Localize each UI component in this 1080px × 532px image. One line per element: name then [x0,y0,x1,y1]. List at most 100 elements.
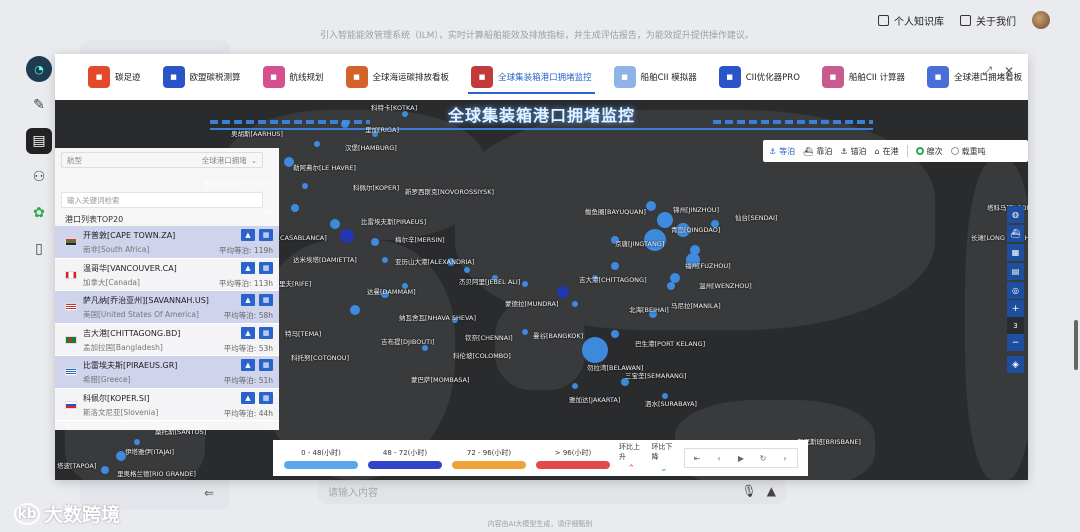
port-congestion-dot[interactable] [340,229,354,243]
port-congestion-dot[interactable] [667,282,675,290]
logo-icon[interactable]: ◔ [26,56,52,82]
document-icon[interactable]: ▤ [26,128,52,154]
prev-icon[interactable]: ‹ [709,451,729,465]
toggle-dwt[interactable]: 载重吨 [950,146,986,157]
port-congestion-dot[interactable] [670,273,680,283]
port-congestion-dot[interactable] [572,383,578,389]
tab-calculator[interactable]: ■ 船舶CII 计算器 [811,54,916,100]
port-congestion-dot[interactable] [611,262,619,270]
port-row[interactable]: 温哥华[VANCOUVER.CA] 加拿大[Canada] ▲ ▦ 平均等泊: 113h [55,258,279,291]
legend-item[interactable]: > 96(小时) [535,448,611,469]
knowledge-base-link[interactable]: 个人知识库 [878,13,944,28]
port-congestion-dot[interactable] [302,183,308,189]
layers-icon[interactable]: ◈ [1007,356,1024,373]
port-congestion-dot[interactable] [330,219,340,229]
vessel-type-select[interactable]: 航型 全球港口拥堵 ⌄ [61,152,263,168]
play-icon[interactable]: ▶ [731,451,751,465]
port-congestion-dot[interactable] [464,267,470,273]
port-label: 奥胡斯[AARHUS] [231,130,283,138]
port-congestion-dot[interactable] [522,329,528,335]
port-congestion-dot[interactable] [522,281,528,287]
port-search-input[interactable]: 输入关键词检索 [61,192,263,208]
port-label: 北海[BEIHAI] [629,306,669,314]
legend-item[interactable]: 0 - 48(小时) [283,448,359,469]
tab-ets[interactable]: ■ 欧盟碳税测算 [152,54,252,100]
avatar[interactable] [1032,11,1050,29]
port-congestion-dot[interactable] [382,257,388,263]
port-congestion-dot[interactable] [611,330,619,338]
close-icon[interactable]: ✕ [1004,64,1014,79]
mode-in-port[interactable]: ⌂ 在港 [875,146,899,157]
legend-item[interactable]: 72 - 96(小时) [451,448,527,469]
trend-chart-icon[interactable]: ▲ [241,229,255,241]
mode-berthing[interactable]: ⛴ 靠泊 [803,146,832,157]
send-icon[interactable]: ▲ [767,484,776,498]
select-placeholder: 航型 [67,155,82,165]
trend-chart-icon[interactable]: ▲ [241,326,255,339]
port-congestion-dot[interactable] [314,141,320,147]
port-congestion-dot[interactable] [341,120,349,128]
mobile-icon[interactable]: ▯ [26,236,52,262]
bar-chart-icon[interactable]: ▦ [259,359,273,371]
tab-optimizer[interactable]: ■ CII优化器PRO [708,54,811,100]
port-label: 杰贝阿里[JEBEL ALI] [459,278,521,286]
next-icon[interactable]: › [775,451,795,465]
bar-chart-icon[interactable]: ▦ [259,294,273,306]
tab-route[interactable]: ■ 航线规划 [252,54,335,100]
bar-chart-icon[interactable]: ▦ [259,229,273,241]
legend-item[interactable]: 48 - 72(小时) [367,448,443,469]
trend-chart-icon[interactable]: ▲ [241,391,255,404]
port-congestion-dot[interactable] [134,439,140,445]
mode-waiting[interactable]: ⚓ 等泊 [769,146,795,157]
new-chat-icon[interactable]: ✎ [26,92,52,118]
bar-chart-icon[interactable]: ▦ [259,391,273,404]
trend-chart-icon[interactable]: ▲ [241,294,255,306]
toggle-voyages[interactable]: 艘次 [915,146,943,157]
mode-anchored[interactable]: ⚓ 锚泊 [840,146,866,157]
port-country: 孟加拉国[Bangladesh] [83,342,163,352]
timeline-start-icon[interactable]: ⇤ [687,451,707,465]
port-row[interactable]: 比雷埃夫斯[PIRAEUS.GR] 希腊[Greece] ▲ ▦ 平均等泊: 51h [55,356,279,389]
tab-footprint[interactable]: ■ 碳足迹 [77,54,152,100]
port-congestion-dot[interactable] [350,305,360,315]
microphone-icon[interactable]: 🎙 [742,484,757,498]
port-row[interactable]: 萨凡纳[乔治亚州][SAVANNAH.US] 美国[United States O… [55,291,279,324]
about-link[interactable]: 关于我们 [960,13,1016,28]
doc-tool-icon[interactable]: ▤ [1007,263,1024,280]
collapse-icon[interactable]: ⇐ [204,486,214,500]
tab-port-board[interactable]: ■ 全球港口拥堵看板 [916,54,1033,100]
user-icon[interactable]: ⚇ [26,164,52,190]
chat-input[interactable]: 请输入内容 🎙 ▲ [318,478,786,504]
grid-icon[interactable]: ▦ [1007,244,1024,261]
fullscreen-icon[interactable]: ⤢ [982,64,992,79]
refresh-icon[interactable]: ↻ [753,451,773,465]
port-congestion-dot[interactable] [572,301,578,307]
tab-monitor[interactable]: ■ 全球集装箱港口拥堵监控 [460,54,603,100]
brand-name: 大数跨境 [44,504,121,526]
locate-icon[interactable]: ◎ [1007,282,1024,299]
port-congestion-dot[interactable] [291,204,299,212]
page-scrollbar[interactable] [1074,320,1078,370]
apps-icon[interactable]: ✿ [26,200,52,226]
port-congestion-dot[interactable] [371,238,379,246]
port-row[interactable]: 开普敦[CAPE TOWN.ZA] 南非[South Africa] ▲ ▦ 平均等泊:… [55,226,279,259]
port-congestion-dot[interactable] [646,201,656,211]
trend-chart-icon[interactable]: ▲ [241,261,255,274]
port-row[interactable]: 科佩尔[KOPER.SI] 斯洛文尼亚[Slovenia] ▲ ▦ 平均等泊: 44h [55,388,279,421]
zoom-in-button[interactable]: + [1012,300,1020,317]
port-row[interactable]: 吉大港[CHITTAGONG.BD] 孟加拉国[Bangladesh] ▲ ▦ 平均等泊… [55,323,279,356]
port-congestion-dot[interactable] [582,337,608,363]
port-congestion-dot[interactable] [557,286,569,298]
ship-tool-icon[interactable]: ⛴ [1007,225,1024,242]
tab-board[interactable]: ■ 全球海运碳排放看板 [335,54,461,100]
port-congestion-map[interactable]: 全球集装箱港口拥堵监控 科特卡[KOTKA] 奥胡斯[AARHUS] 里加[RIGA… [55,100,1028,480]
trend-chart-icon[interactable]: ▲ [241,359,255,371]
zoom-out-button[interactable]: − [1012,334,1020,351]
port-name: 比雷埃夫斯[PIRAEUS.GR] [83,361,178,370]
port-congestion-dot[interactable] [101,466,109,474]
bar-chart-icon[interactable]: ▦ [259,261,273,274]
flag-icon [65,270,77,279]
bar-chart-icon[interactable]: ▦ [259,326,273,339]
tab-ship[interactable]: ■ 船舶CII 模拟器 [603,54,708,100]
globe-icon[interactable]: ◍ [1007,206,1024,223]
